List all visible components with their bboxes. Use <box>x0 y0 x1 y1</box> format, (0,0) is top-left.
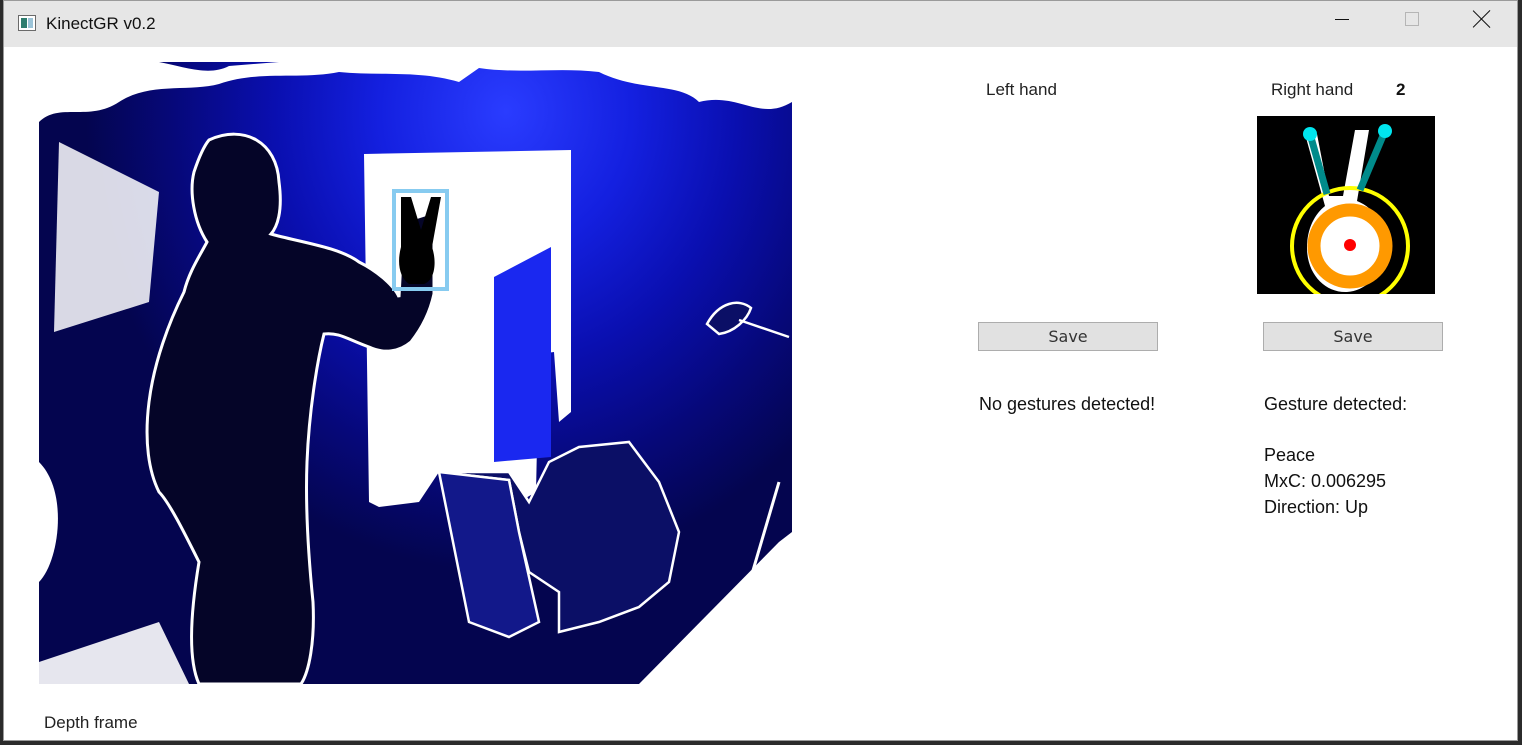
lamp <box>705 301 753 336</box>
palm-center <box>1344 239 1356 251</box>
window-region <box>54 142 159 332</box>
maximize-icon <box>1405 12 1419 26</box>
app-icon <box>18 15 36 31</box>
door-panel <box>494 247 551 462</box>
right-hand-image <box>1257 116 1435 306</box>
fingertip-2 <box>1378 124 1392 138</box>
gesture-direction: Direction: Up <box>1264 497 1369 517</box>
right-hand-status: Gesture detected: <box>1264 394 1408 414</box>
gesture-mxc: MxC: 0.006295 <box>1264 471 1387 491</box>
title-bar[interactable]: KinectGR v0.2 <box>4 1 1517 47</box>
minimize-icon <box>1335 18 1349 20</box>
maximize-button[interactable] <box>1389 1 1435 37</box>
finger-count: 2 <box>1396 80 1406 99</box>
depth-frame-view <box>39 62 792 684</box>
noise-region-bottom <box>39 622 189 684</box>
gesture-info: Peace MxC: 0.006295 Direction: Up <box>1264 442 1386 520</box>
minimize-button[interactable] <box>1319 1 1365 37</box>
depth-frame-label: Depth frame <box>44 713 138 732</box>
save-right-hand-button[interactable]: Save <box>1263 322 1443 351</box>
left-hand-status: No gestures detected! <box>979 394 1156 414</box>
right-hand-analysis <box>1257 116 1435 306</box>
gesture-name: Peace <box>1264 445 1316 465</box>
close-icon <box>1473 10 1491 28</box>
app-window: KinectGR v0.2 Depth frame Left hand Save… <box>3 0 1518 741</box>
depth-scene <box>39 62 792 684</box>
noise-region-left <box>39 462 58 582</box>
right-hand-label: Right hand <box>1271 80 1354 99</box>
fingertip-1 <box>1303 127 1317 141</box>
close-button[interactable] <box>1459 1 1505 37</box>
left-hand-label: Left hand <box>986 80 1057 99</box>
noise-region-top <box>39 62 792 122</box>
window-title: KinectGR v0.2 <box>46 14 156 33</box>
lamp-arm <box>738 318 790 339</box>
save-left-hand-button[interactable]: Save <box>978 322 1158 351</box>
